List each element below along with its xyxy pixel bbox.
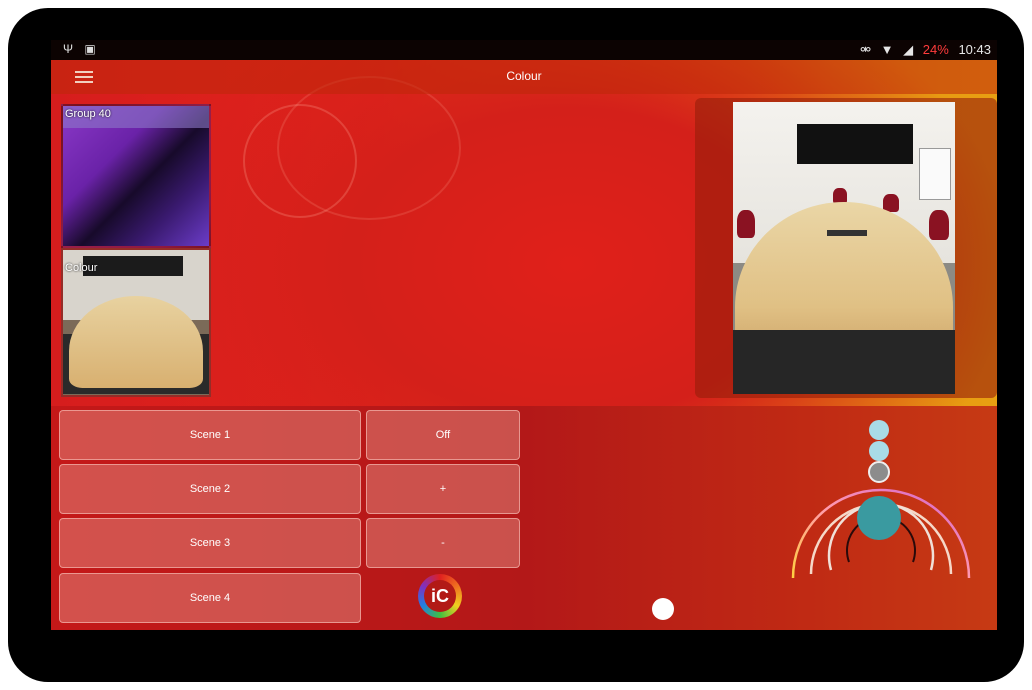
scene-2-button[interactable]: Scene 2 <box>59 464 361 514</box>
decorative-ring <box>277 76 461 220</box>
photo-floor <box>733 329 955 394</box>
screenshot-icon: ▣ <box>84 42 96 56</box>
off-label: Off <box>435 429 451 441</box>
group-tile[interactable]: Group 40 <box>61 104 211 248</box>
decrease-button[interactable]: - <box>366 518 520 568</box>
increase-button[interactable]: + <box>366 464 520 514</box>
app-logo-icon: iC <box>418 574 462 618</box>
decrease-label: - <box>441 537 445 549</box>
increase-label: + <box>439 483 447 495</box>
status-bar: Ψ ▣ ⚮ ▼ ◢ 24% 10:43 <box>51 40 997 60</box>
clock: 10:43 <box>958 42 991 57</box>
thumbnail-tv <box>83 256 183 276</box>
scene-3-button[interactable]: Scene 3 <box>59 518 361 568</box>
dial-knob-inner[interactable] <box>868 461 890 483</box>
scene-1-button[interactable]: Scene 1 <box>59 410 361 460</box>
scene-1-label: Scene 1 <box>189 429 231 441</box>
scene-3-label: Scene 3 <box>189 537 231 549</box>
page-title: Colour <box>506 69 542 83</box>
colour-tile-label: Colour <box>65 262 98 274</box>
photo-whiteboard <box>919 148 951 200</box>
logo-text: iC <box>424 580 456 612</box>
usb-icon: Ψ <box>63 42 74 56</box>
app-screen: Ψ ▣ ⚮ ▼ ◢ 24% 10:43 Colour Group 40 Colo… <box>51 40 997 630</box>
photo-tv <box>797 124 913 164</box>
signal-icon: ◢ <box>903 42 914 57</box>
group-tile-label: Group 40 <box>65 108 111 120</box>
app-bar: Colour <box>51 60 997 94</box>
dial-center-button[interactable] <box>857 496 901 540</box>
scene-2-label: Scene 2 <box>189 483 231 495</box>
photo-chair <box>929 210 949 240</box>
off-button[interactable]: Off <box>366 410 520 460</box>
page-indicator-dot[interactable] <box>652 598 674 620</box>
room-photo-frame <box>695 98 997 398</box>
scene-4-label: Scene 4 <box>189 592 231 604</box>
battery-level: 24% <box>922 42 949 57</box>
colour-tile[interactable]: Colour <box>61 248 211 397</box>
room-photo <box>733 102 955 394</box>
colour-dial[interactable] <box>781 410 981 600</box>
nfc-icon: ⚮ <box>860 42 872 57</box>
photo-chair <box>737 210 755 238</box>
wifi-icon: ▼ <box>880 42 894 57</box>
scene-4-button[interactable]: Scene 4 <box>59 573 361 623</box>
photo-table-device <box>827 230 867 236</box>
dial-knob-middle[interactable] <box>869 441 889 461</box>
dial-knob-outer[interactable] <box>869 420 889 440</box>
